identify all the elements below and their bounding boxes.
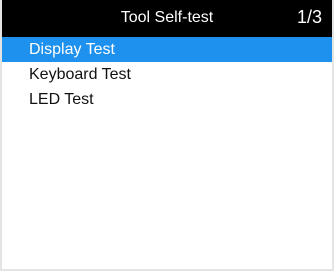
menu-item-keyboard-test[interactable]: Keyboard Test [2,62,332,87]
screen-title: Tool Self-test [120,9,214,26]
title-bar: Tool Self-test 1/3 [2,0,332,37]
test-menu: Display Test Keyboard Test LED Test [2,37,332,112]
menu-item-display-test[interactable]: Display Test [2,37,332,62]
page-indicator: 1/3 [296,7,322,27]
self-test-screen: Tool Self-test 1/3 Display Test Keyboard… [0,0,334,271]
menu-item-led-test[interactable]: LED Test [2,87,332,112]
